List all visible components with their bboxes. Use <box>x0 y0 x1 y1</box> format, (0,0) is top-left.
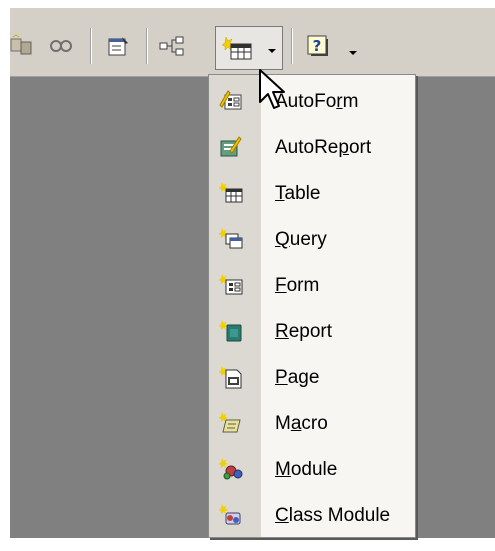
new-page-icon <box>218 366 242 389</box>
mouse-pointer-icon <box>259 69 285 109</box>
toolbar-separator <box>291 28 293 64</box>
menu-item-macro[interactable]: Macro <box>209 400 415 446</box>
new-object-button[interactable] <box>215 26 283 70</box>
properties-icon[interactable] <box>101 28 137 64</box>
autoreport-icon <box>220 136 242 157</box>
menu-item-table[interactable]: Table <box>209 170 415 216</box>
menu-item-class-module[interactable]: Class Module <box>209 492 415 538</box>
toolbar-separator <box>146 28 148 64</box>
menu-item-label: Table <box>275 183 321 204</box>
menu-item-label: AutoReport <box>275 137 372 158</box>
menu-item-label: Macro <box>275 413 328 434</box>
new-macro-icon <box>218 412 241 433</box>
new-class-module-icon <box>218 504 241 525</box>
menu-item-label: Module <box>275 459 338 480</box>
dropdown-arrow-icon <box>349 51 357 55</box>
menu-item-query[interactable]: Query <box>209 216 415 262</box>
relationships-diagram-icon[interactable] <box>155 28 191 64</box>
svg-text:?: ? <box>313 37 322 55</box>
menu-item-autoreport[interactable]: AutoReport <box>209 124 415 170</box>
new-module-icon <box>218 458 243 480</box>
menu-item-label: Report <box>275 321 333 342</box>
menu-item-report[interactable]: Report <box>209 308 415 354</box>
new-table-icon <box>218 182 243 203</box>
menu-item-page[interactable]: Page <box>209 354 415 400</box>
new-query-icon <box>218 228 243 249</box>
help-icon[interactable]: ? <box>300 28 336 64</box>
menu-item-label: Form <box>275 275 320 296</box>
dropdown-arrow-icon <box>268 49 276 53</box>
toolbar-separator <box>90 28 92 64</box>
link-icon[interactable] <box>43 28 79 64</box>
menu-item-autoform[interactable]: AutoForm <box>209 78 415 124</box>
menu-item-form[interactable]: Form <box>209 262 415 308</box>
menu-item-label: Query <box>275 229 327 250</box>
new-report-icon <box>218 320 242 342</box>
menu-item-module[interactable]: Module <box>209 446 415 492</box>
new-form-icon <box>218 274 243 295</box>
new-object-menu: AutoForm AutoReport Table Query Form Rep… <box>208 74 416 538</box>
autoform-icon <box>219 90 242 110</box>
database-toolbar: ? <box>10 8 495 77</box>
relationships-icon[interactable] <box>4 28 40 64</box>
new-object-table-icon <box>222 36 252 60</box>
menu-item-label: Page <box>275 367 320 388</box>
menu-item-label: Class Module <box>275 505 391 526</box>
